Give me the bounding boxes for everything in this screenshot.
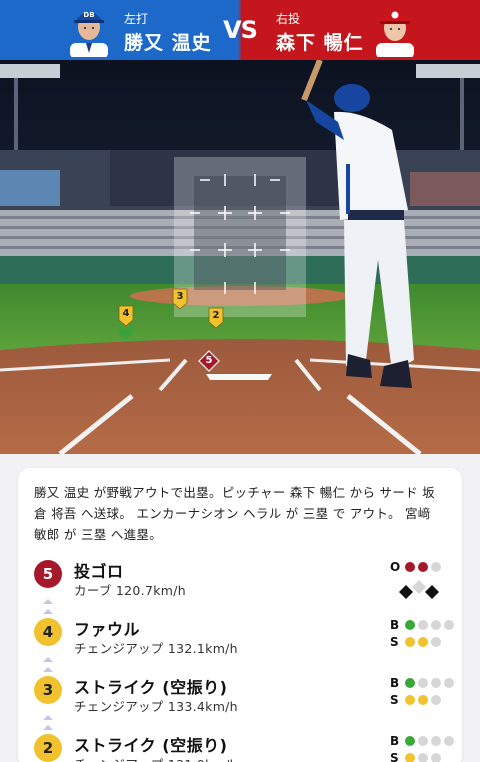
strikes-row: S bbox=[390, 693, 441, 707]
batter-avatar: DB bbox=[64, 3, 114, 57]
event-row[interactable]: 2 ストライク (空振り) チェンジアップ 131.9km/h B S bbox=[34, 734, 454, 762]
event-row[interactable]: 5 投ゴロ カーブ 120.7km/h O bbox=[34, 560, 446, 604]
count-indicator: O bbox=[376, 560, 446, 600]
outs-row: O bbox=[390, 560, 441, 574]
batter-name: 勝又 温史 bbox=[124, 32, 212, 54]
vs-label: VS bbox=[218, 0, 262, 60]
strike-dot bbox=[431, 637, 441, 647]
ball-dot bbox=[405, 678, 415, 688]
chevron-up-icon bbox=[43, 599, 53, 614]
pitch-marker-4[interactable]: 4 bbox=[118, 305, 134, 341]
strike-dot bbox=[405, 637, 415, 647]
strikes-label: S bbox=[390, 751, 399, 762]
event-pitch: チェンジアップ 133.4km/h bbox=[74, 699, 238, 714]
out-dot bbox=[405, 562, 415, 572]
event-number: 5 bbox=[34, 560, 62, 588]
pitcher-hand: 右投 bbox=[276, 12, 301, 26]
batter-panel: DB 左打 勝又 温史 bbox=[0, 0, 240, 60]
pitcher-avatar bbox=[370, 3, 420, 57]
svg-text:DB: DB bbox=[83, 11, 94, 19]
event-title: 投ゴロ bbox=[74, 562, 124, 581]
pitch-marker-5[interactable]: 5 bbox=[198, 350, 220, 372]
ball-dot bbox=[405, 620, 415, 630]
pitch-marker-2-label: 2 bbox=[212, 310, 220, 321]
balls-label: B bbox=[390, 618, 400, 632]
strike-dot bbox=[418, 637, 428, 647]
event-pitch: チェンジアップ 132.1km/h bbox=[74, 641, 238, 656]
event-number: 2 bbox=[34, 734, 62, 762]
pitch-marker-5-label: 5 bbox=[205, 355, 213, 366]
event-pitch: チェンジアップ 131.9km/h bbox=[74, 754, 238, 762]
event-title: ストライク (空振り) bbox=[74, 736, 228, 755]
play-description: 勝又 温史 が野戦アウトで出塁。ピッチャー 森下 暢仁 から サード 坂倉 将吾… bbox=[34, 485, 435, 542]
ball-dot bbox=[418, 620, 428, 630]
event-number: 3 bbox=[34, 676, 62, 704]
stadium-scene bbox=[0, 60, 480, 454]
pitcher-panel: 右投 森下 暢仁 bbox=[240, 0, 480, 60]
batter-hand: 左打 bbox=[124, 12, 149, 26]
field-view: 3 2 4 5 bbox=[0, 60, 480, 454]
balls-row: B bbox=[390, 734, 454, 748]
strike-dot bbox=[405, 695, 415, 705]
chevron-up-icon bbox=[43, 715, 53, 730]
balls-label: B bbox=[390, 734, 400, 748]
balls-row: B bbox=[390, 618, 454, 632]
ball-dot bbox=[418, 678, 428, 688]
count-indicator: B S bbox=[376, 676, 454, 716]
event-row[interactable]: 4 ファウル チェンジアップ 132.1km/h B S bbox=[34, 618, 454, 662]
chevron-up-icon bbox=[43, 657, 53, 672]
strike-dot bbox=[431, 753, 441, 762]
ball-dot bbox=[431, 678, 441, 688]
strike-dot bbox=[431, 695, 441, 705]
ball-dot bbox=[418, 736, 428, 746]
pitch-marker-3[interactable]: 3 bbox=[172, 288, 188, 310]
count-indicator: B S bbox=[376, 618, 454, 658]
strike-dot bbox=[418, 753, 428, 762]
ball-dot bbox=[405, 736, 415, 746]
event-title: ストライク (空振り) bbox=[74, 678, 228, 697]
out-dot bbox=[418, 562, 428, 572]
strike-dot bbox=[418, 695, 428, 705]
out-dot bbox=[431, 562, 441, 572]
ball-dot bbox=[431, 736, 441, 746]
strikes-label: S bbox=[390, 693, 399, 707]
strikes-label: S bbox=[390, 635, 399, 649]
ball-dot bbox=[444, 736, 454, 746]
outs-label: O bbox=[390, 560, 401, 574]
pitch-marker-3-label: 3 bbox=[176, 291, 184, 302]
strikes-row: S bbox=[390, 635, 441, 649]
ball-dot bbox=[444, 620, 454, 630]
ball-dot bbox=[444, 678, 454, 688]
pitcher-name: 森下 暢仁 bbox=[276, 32, 364, 54]
event-pitch: カーブ 120.7km/h bbox=[74, 583, 186, 598]
event-number: 4 bbox=[34, 618, 62, 646]
count-indicator: B S bbox=[376, 734, 454, 762]
strikes-row: S bbox=[390, 751, 441, 762]
event-title: ファウル bbox=[74, 620, 141, 639]
ball-dot bbox=[431, 620, 441, 630]
strike-dot bbox=[405, 753, 415, 762]
bases-diamond-icon bbox=[399, 580, 439, 599]
play-card: 勝又 温史 が野戦アウトで出塁。ピッチャー 森下 暢仁 から サード 坂倉 将吾… bbox=[18, 468, 462, 762]
pitch-marker-4-label: 4 bbox=[122, 308, 130, 319]
event-row[interactable]: 3 ストライク (空振り) チェンジアップ 133.4km/h B S bbox=[34, 676, 454, 720]
balls-label: B bbox=[390, 676, 400, 690]
matchup-header: DB 左打 勝又 温史 右投 森下 暢仁 VS bbox=[0, 0, 480, 60]
balls-row: B bbox=[390, 676, 454, 690]
pitch-marker-2[interactable]: 2 bbox=[208, 307, 224, 329]
